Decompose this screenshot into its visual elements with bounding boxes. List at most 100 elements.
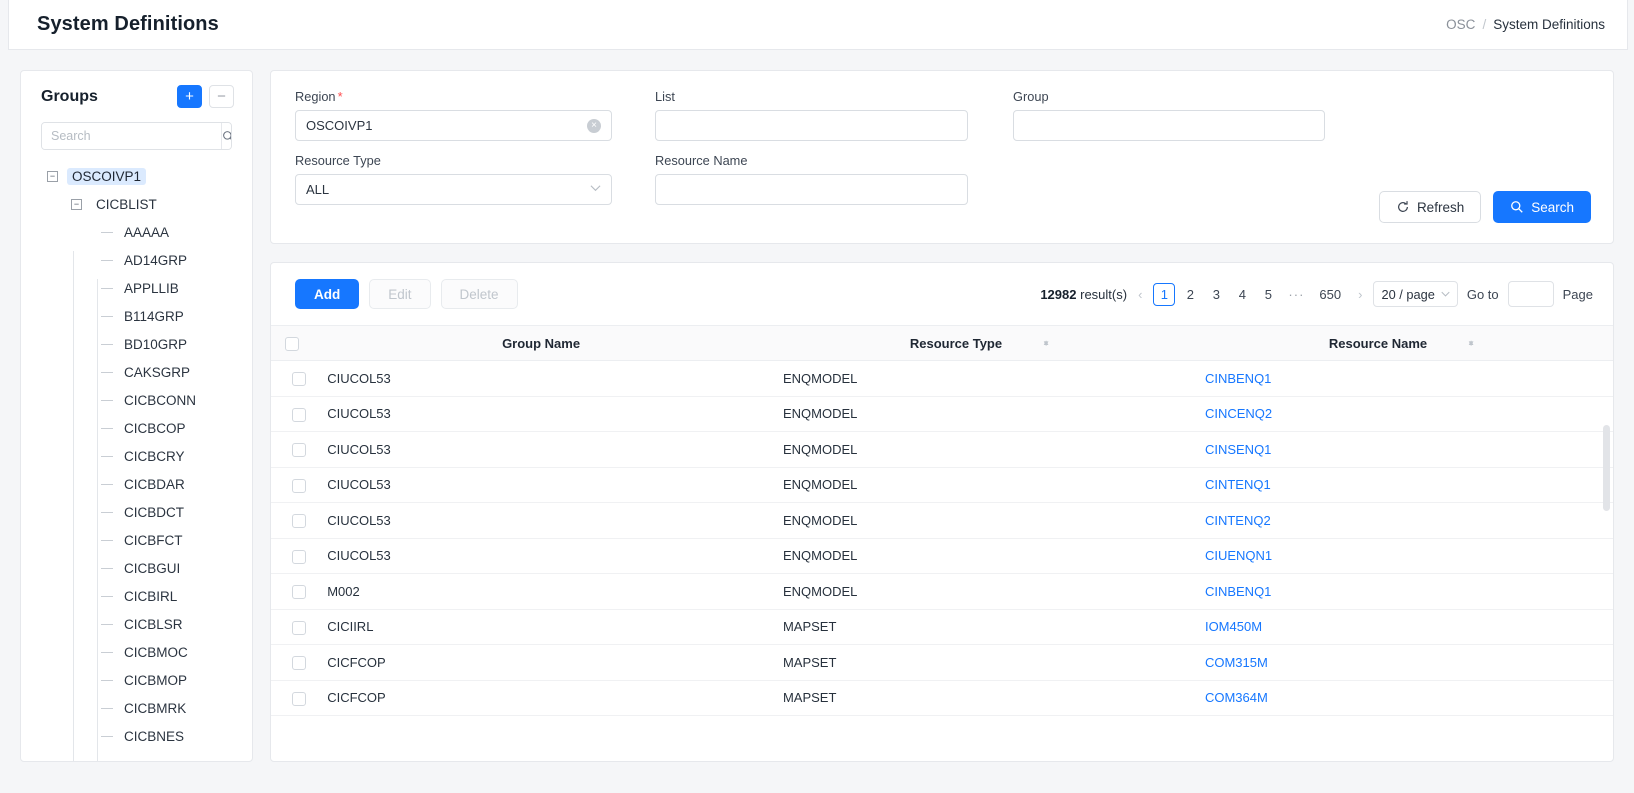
table-row[interactable]: M002ENQMODELCINBENQ1 — [271, 574, 1613, 610]
resource-name-link[interactable]: CINBENQ1 — [1205, 584, 1271, 599]
tree-item-cicbnes[interactable]: CICBNES — [21, 722, 252, 750]
tree-item-cicbdar[interactable]: CICBDAR — [21, 470, 252, 498]
table-vertical-scrollbar[interactable] — [1603, 425, 1610, 511]
page-number-4[interactable]: 4 — [1231, 283, 1253, 306]
tree-item-cicblist[interactable]: −CICBLIST — [21, 190, 252, 218]
row-checkbox[interactable] — [292, 550, 306, 564]
row-select-cell — [271, 574, 313, 610]
results-panel: Add Edit Delete 12982 result(s) ‹ 12345 … — [270, 262, 1614, 762]
tree-item-aaaaa[interactable]: AAAAA — [21, 218, 252, 246]
resource-name-link[interactable]: COM315M — [1205, 655, 1268, 670]
tree-item-appllib[interactable]: APPLLIB — [21, 274, 252, 302]
group-input[interactable] — [1024, 117, 1314, 134]
list-input[interactable] — [666, 117, 957, 134]
close-circle-icon[interactable]: × — [587, 119, 601, 133]
tree-item-cicbcry[interactable]: CICBCRY — [21, 442, 252, 470]
tree-item-cicbmrk[interactable]: CICBMRK — [21, 694, 252, 722]
region-select[interactable]: OSCOIVP1 × — [295, 110, 612, 141]
refresh-button[interactable]: Refresh — [1379, 191, 1481, 223]
tree-item-cicbirl[interactable]: CICBIRL — [21, 582, 252, 610]
page-number-1[interactable]: 1 — [1153, 283, 1175, 306]
group-search-button[interactable] — [221, 123, 232, 149]
page-number-2[interactable]: 2 — [1179, 283, 1201, 306]
page-number-3[interactable]: 3 — [1205, 283, 1227, 306]
resource-name-input[interactable] — [666, 181, 957, 198]
tree-item-cicblsr[interactable]: CICBLSR — [21, 610, 252, 638]
tree-item-ad14grp[interactable]: AD14GRP — [21, 246, 252, 274]
page-number-5[interactable]: 5 — [1257, 283, 1279, 306]
resource-name-link[interactable]: CINTENQ1 — [1205, 477, 1271, 492]
page-ellipsis[interactable]: ··· — [1288, 287, 1304, 302]
row-checkbox[interactable] — [292, 621, 306, 635]
table-row[interactable]: CICFCRYMAPSETCRM910M — [271, 716, 1613, 728]
group-search-input[interactable] — [42, 123, 221, 149]
row-checkbox[interactable] — [292, 443, 306, 457]
column-header-resource-name[interactable]: Resource Name ▲▼ — [1191, 326, 1613, 361]
breadcrumb-root[interactable]: OSC — [1446, 17, 1475, 32]
resource-name-link[interactable]: CINBENQ1 — [1205, 371, 1271, 386]
table-row[interactable]: CIUCOL53ENQMODELCINTENQ1 — [271, 467, 1613, 503]
column-header-resource-type[interactable]: Resource Type ▲▼ — [769, 326, 1191, 361]
resource-name-link[interactable]: COM364M — [1205, 690, 1268, 705]
table-row[interactable]: CICFCOPMAPSETCOM364M — [271, 680, 1613, 716]
tree-item-label: APPLLIB — [119, 280, 184, 297]
resource-name-link[interactable]: IOM450M — [1205, 619, 1262, 634]
column-header-group-name[interactable]: Group Name — [313, 326, 769, 361]
row-checkbox[interactable] — [292, 656, 306, 670]
table-row[interactable]: CIUCOL53ENQMODELCINSENQ1 — [271, 432, 1613, 468]
row-checkbox[interactable] — [292, 408, 306, 422]
breadcrumb-separator: / — [1482, 17, 1486, 32]
row-checkbox[interactable] — [292, 692, 306, 706]
table-row[interactable]: CIUCOL53ENQMODELCINBENQ1 — [271, 361, 1613, 397]
cell-resource-name: CRM910M — [1191, 716, 1613, 728]
tree-item-cicbcop[interactable]: CICBCOP — [21, 414, 252, 442]
cell-group-name: CIUCOL53 — [313, 432, 769, 468]
resource-name-link[interactable]: CINCENQ2 — [1205, 406, 1272, 421]
tree-item-cicbfct[interactable]: CICBFCT — [21, 526, 252, 554]
collapse-icon[interactable]: − — [71, 199, 82, 210]
search-button[interactable]: Search — [1493, 191, 1591, 223]
select-all-checkbox[interactable] — [285, 337, 299, 351]
table-row[interactable]: CIUCOL53ENQMODELCINTENQ2 — [271, 503, 1613, 539]
tree-item-label: CICBMOP — [119, 672, 192, 689]
row-checkbox[interactable] — [292, 479, 306, 493]
tree-item-bd10grp[interactable]: BD10GRP — [21, 330, 252, 358]
resource-name-link[interactable]: CRM910M — [1205, 726, 1267, 727]
tree-item-cicbdct[interactable]: CICBDCT — [21, 498, 252, 526]
tree-item-cicbmoc[interactable]: CICBMOC — [21, 638, 252, 666]
goto-input[interactable] — [1508, 281, 1554, 307]
resource-name-link[interactable]: CIUENQN1 — [1205, 548, 1272, 563]
table-row[interactable]: CIUCOL53ENQMODELCINCENQ2 — [271, 396, 1613, 432]
chevron-right-icon[interactable]: › — [1356, 287, 1364, 302]
tree-item-cicbconn[interactable]: CICBCONN — [21, 386, 252, 414]
collapse-icon[interactable]: − — [47, 171, 58, 182]
tree-item-oscoivp1[interactable]: −OSCOIVP1 — [21, 162, 252, 190]
row-select-cell — [271, 645, 313, 681]
table-row[interactable]: CICFCOPMAPSETCOM315M — [271, 645, 1613, 681]
tree-item-cicbgui[interactable]: CICBGUI — [21, 554, 252, 582]
remove-group-button[interactable]: − — [209, 85, 234, 108]
resource-name-link[interactable]: CINSENQ1 — [1205, 442, 1271, 457]
resource-name-input-wrap[interactable] — [655, 174, 968, 205]
group-input-wrap[interactable] — [1013, 110, 1325, 141]
pagination: 12982 result(s) ‹ 12345 ··· 650 › 20 / p… — [1040, 281, 1593, 307]
list-input-wrap[interactable] — [655, 110, 968, 141]
table-row[interactable]: CICIIRLMAPSETIOM450M — [271, 609, 1613, 645]
row-checkbox[interactable] — [292, 585, 306, 599]
add-button[interactable]: Add — [295, 279, 359, 309]
sort-arrows-icon[interactable]: ▲▼ — [1467, 343, 1475, 344]
row-checkbox[interactable] — [292, 514, 306, 528]
resource-name-link[interactable]: CINTENQ2 — [1205, 513, 1271, 528]
tree-item-caksgrp[interactable]: CAKSGRP — [21, 358, 252, 386]
resource-type-select[interactable]: ALL — [295, 174, 612, 205]
table-row[interactable]: CIUCOL53ENQMODELCIUENQN1 — [271, 538, 1613, 574]
table-toolbar: Add Edit Delete 12982 result(s) ‹ 12345 … — [271, 263, 1613, 325]
row-checkbox[interactable] — [292, 372, 306, 386]
page-size-select[interactable]: 20 / page — [1373, 281, 1457, 307]
add-group-button[interactable]: + — [177, 85, 202, 108]
tree-item-cicbmop[interactable]: CICBMOP — [21, 666, 252, 694]
tree-item-b114grp[interactable]: B114GRP — [21, 302, 252, 330]
chevron-left-icon[interactable]: ‹ — [1136, 287, 1144, 302]
page-last[interactable]: 650 — [1313, 283, 1347, 306]
sort-arrows-icon[interactable]: ▲▼ — [1042, 343, 1050, 344]
